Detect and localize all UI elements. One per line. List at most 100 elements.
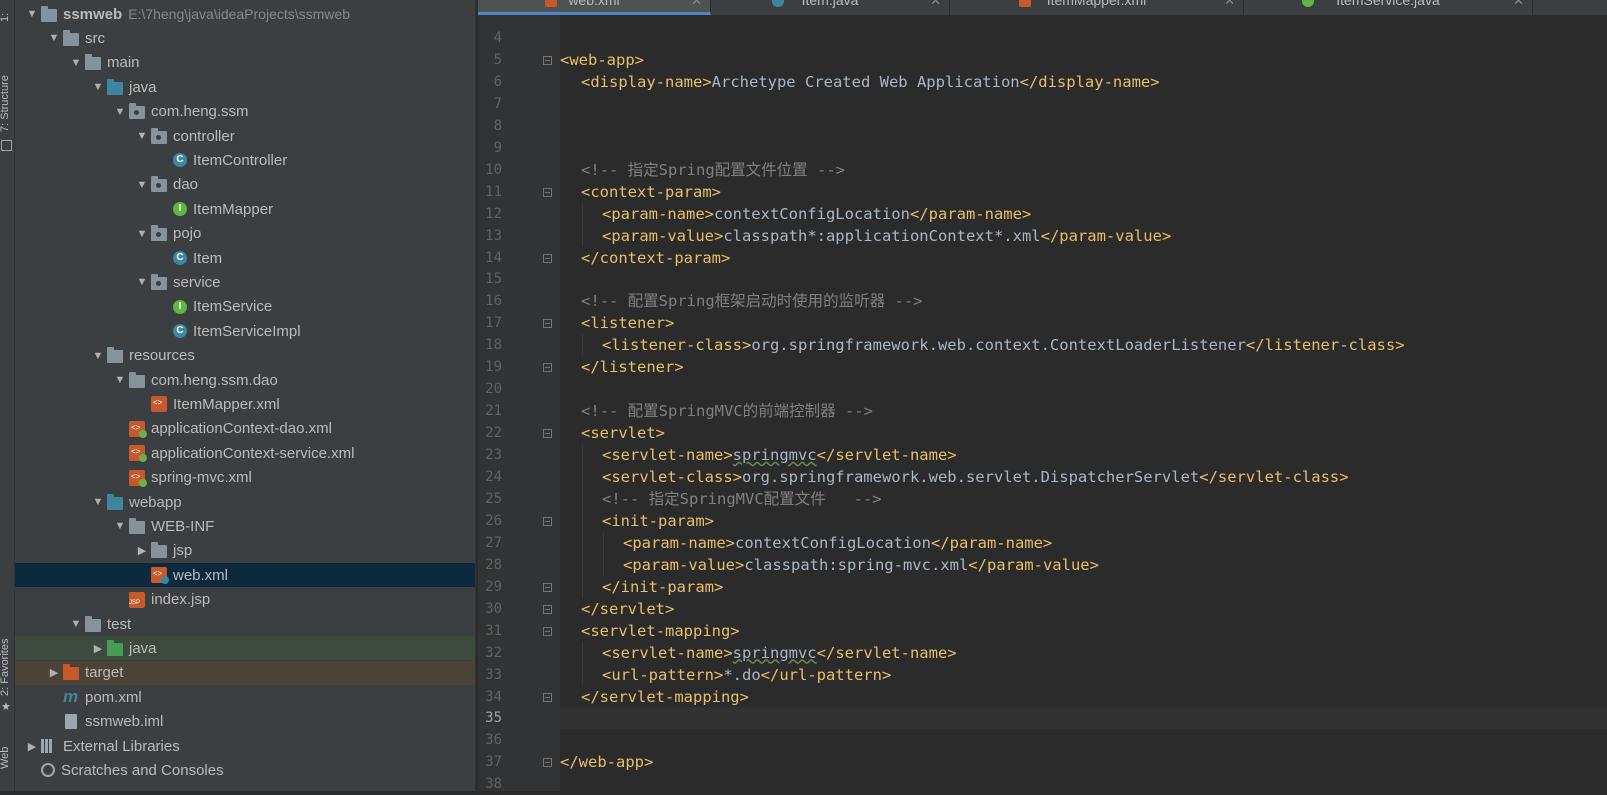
tree-row[interactable]: ▼ com.heng.ssm.dao <box>15 368 475 392</box>
code-line[interactable] <box>560 27 1607 49</box>
web-tool-label[interactable]: Web <box>0 747 11 769</box>
code-line[interactable]: </context-param> <box>560 247 1607 269</box>
code-line[interactable]: <servlet> <box>560 422 1607 444</box>
code-editor[interactable]: <web-app> <display-name>Archetype Created… <box>560 15 1607 791</box>
code-line[interactable] <box>560 268 1607 290</box>
tree-row[interactable]: ▼ service <box>15 270 475 294</box>
expand-arrow-icon[interactable]: ▼ <box>45 32 63 44</box>
code-line[interactable]: <init-param> <box>560 510 1607 532</box>
code-line[interactable]: <servlet-name>springmvc</servlet-name> <box>560 444 1607 466</box>
tree-row[interactable]: ▶ External Libraries <box>15 734 475 758</box>
close-tab-icon[interactable]: ✕ <box>1513 0 1524 9</box>
expand-arrow-icon[interactable]: ▼ <box>111 106 129 118</box>
code-line[interactable] <box>560 115 1607 137</box>
expand-arrow-icon[interactable]: ▼ <box>89 496 107 508</box>
editor-tab[interactable]: web.xml ✕ <box>478 0 711 15</box>
expand-arrow-icon[interactable]: ▼ <box>89 350 107 362</box>
expand-arrow-icon[interactable]: ▼ <box>133 130 151 142</box>
code-line[interactable] <box>560 93 1607 115</box>
project-tree[interactable]: ▼ ssmweb E:\7heng\java\ideaProjects\ssmweb… <box>15 0 475 791</box>
editor-tab[interactable]: Item.java ✕ <box>711 0 950 15</box>
tree-row[interactable]: ▼ WEB-INF <box>15 514 475 538</box>
expand-arrow-icon[interactable]: ▼ <box>133 276 151 288</box>
tree-row[interactable]: web.xml <box>15 563 475 588</box>
tree-row[interactable]: ▼ dao <box>15 173 475 197</box>
tree-row[interactable]: ▼ main <box>15 51 475 75</box>
tree-row[interactable]: ▶ target <box>15 660 475 685</box>
close-tab-icon[interactable]: ✕ <box>1224 0 1235 9</box>
collapse-arrow-icon[interactable]: ▶ <box>45 666 63 679</box>
code-line[interactable]: </servlet> <box>560 598 1607 620</box>
tree-row[interactable]: ▼ webapp <box>15 490 475 514</box>
code-line[interactable]: <param-value>classpath:spring-mvc.xml</p… <box>560 554 1607 576</box>
code-line[interactable] <box>560 137 1607 159</box>
code-line[interactable]: <listener> <box>560 312 1607 334</box>
code-line[interactable]: <web-app> <box>560 49 1607 71</box>
tree-row[interactable]: ▼ com.heng.ssm <box>15 100 475 124</box>
tree-row[interactable]: ▼ pojo <box>15 222 475 246</box>
tree-row[interactable]: ▼ java <box>15 75 475 99</box>
expand-arrow-icon[interactable]: ▼ <box>133 228 151 240</box>
expand-arrow-icon[interactable]: ▼ <box>23 8 41 20</box>
collapse-arrow-icon[interactable]: ▶ <box>89 642 107 655</box>
code-line[interactable]: <!-- 指定SpringMVC配置文件 --> <box>560 488 1607 510</box>
code-line[interactable]: <display-name>Archetype Created Web Appl… <box>560 71 1607 93</box>
fold-marker-icon[interactable] <box>543 692 552 702</box>
tree-row[interactable]: ▶ java <box>15 636 475 661</box>
tree-row[interactable]: ▼ controller <box>15 124 475 148</box>
code-line[interactable]: <url-pattern>*.do</url-pattern> <box>560 664 1607 686</box>
tree-row[interactable]: C ItemServiceImpl <box>15 319 475 343</box>
fold-marker-icon[interactable] <box>543 626 552 636</box>
tree-row[interactable]: ▼ src <box>15 26 475 50</box>
code-line[interactable] <box>560 378 1607 400</box>
expand-arrow-icon[interactable]: ▼ <box>67 57 85 69</box>
fold-marker-icon[interactable] <box>543 319 552 329</box>
tree-row[interactable]: applicationContext-dao.xml <box>15 417 475 441</box>
fold-marker-icon[interactable] <box>543 604 552 614</box>
code-line[interactable]: <servlet-mapping> <box>560 620 1607 642</box>
code-line[interactable]: <param-name>contextConfigLocation</param… <box>560 203 1607 225</box>
tree-row[interactable]: I ItemService <box>15 295 475 319</box>
code-line[interactable]: <servlet-name>springmvc</servlet-name> <box>560 642 1607 664</box>
tree-row[interactable]: spring-mvc.xml <box>15 466 475 490</box>
fold-marker-icon[interactable] <box>543 363 552 373</box>
code-line[interactable] <box>560 773 1607 795</box>
tree-row[interactable]: C ItemController <box>15 148 475 172</box>
code-line[interactable]: <param-name>contextConfigLocation</param… <box>560 532 1607 554</box>
tree-row[interactable]: ▼ test <box>15 612 475 636</box>
fold-marker-icon[interactable] <box>543 582 552 592</box>
tree-row[interactable]: m pom.xml <box>15 685 475 709</box>
project-tool-label[interactable]: 1: <box>0 13 11 22</box>
expand-arrow-icon[interactable]: ▼ <box>67 618 85 630</box>
editor-tab[interactable]: ItemMapper.xml ✕ <box>950 0 1244 15</box>
fold-marker-icon[interactable] <box>543 55 552 65</box>
fold-marker-icon[interactable] <box>543 516 552 526</box>
tree-row[interactable]: Scratches and Consoles <box>15 758 475 782</box>
code-line[interactable]: <!-- 配置Spring框架启动时使用的监听器 --> <box>560 290 1607 312</box>
code-line[interactable]: <!-- 指定Spring配置文件位置 --> <box>560 159 1607 181</box>
editor-tab[interactable]: ItemService.java ✕ <box>1244 0 1533 15</box>
tree-row[interactable]: I ItemMapper <box>15 197 475 221</box>
code-line[interactable]: <param-value>classpath*:applicationConte… <box>560 225 1607 247</box>
expand-arrow-icon[interactable]: ▼ <box>133 179 151 191</box>
code-line[interactable]: </web-app> <box>560 751 1607 773</box>
close-tab-icon[interactable]: ✕ <box>930 0 941 9</box>
tree-row[interactable]: ▶ jsp <box>15 539 475 563</box>
expand-arrow-icon[interactable]: ▼ <box>111 520 129 532</box>
expand-arrow-icon[interactable]: ▼ <box>89 81 107 93</box>
favorites-tool-label[interactable]: 2: Favorites <box>0 639 11 696</box>
code-line[interactable]: <context-param> <box>560 181 1607 203</box>
tree-row[interactable]: C Item <box>15 246 475 270</box>
fold-marker-icon[interactable] <box>543 253 552 263</box>
collapse-arrow-icon[interactable]: ▶ <box>133 544 151 557</box>
tree-row[interactable]: index.jsp <box>15 588 475 612</box>
tree-row[interactable]: ItemMapper.xml <box>15 392 475 416</box>
collapse-arrow-icon[interactable]: ▶ <box>23 740 41 753</box>
fold-marker-icon[interactable] <box>543 758 552 768</box>
code-line[interactable]: </servlet-mapping> <box>560 686 1607 708</box>
code-line[interactable]: </init-param> <box>560 576 1607 598</box>
code-line[interactable] <box>560 729 1607 751</box>
tree-row[interactable]: ▼ ssmweb E:\7heng\java\ideaProjects\ssmweb <box>15 2 475 26</box>
close-tab-icon[interactable]: ✕ <box>691 0 702 9</box>
code-line[interactable]: </listener> <box>560 356 1607 378</box>
